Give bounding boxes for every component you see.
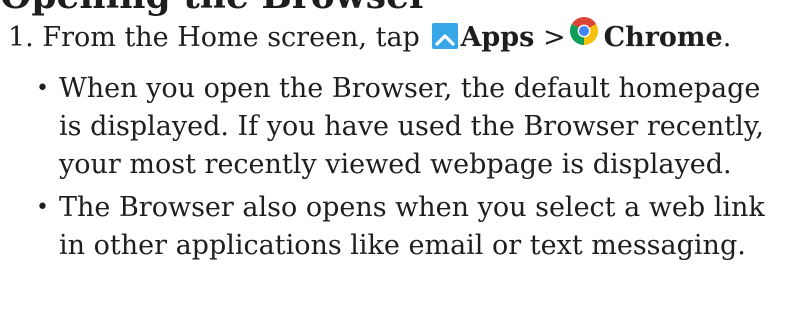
bullet-text: The Browser also opens when you select a… bbox=[59, 192, 765, 261]
apps-label: Apps bbox=[460, 22, 535, 53]
bullet-list: • When you open the Browser, the default… bbox=[36, 70, 786, 270]
step-suffix: . bbox=[722, 22, 732, 53]
bullet-text: When you open the Browser, the default h… bbox=[59, 73, 765, 180]
list-item: • When you open the Browser, the default… bbox=[36, 70, 786, 184]
bullet-dot: • bbox=[36, 76, 49, 101]
step-separator: > bbox=[542, 22, 566, 53]
chrome-label: Chrome bbox=[603, 22, 723, 53]
step-text: From the Home screen, tap bbox=[42, 22, 420, 53]
bullet-dot: • bbox=[36, 195, 49, 220]
section-heading: Opening the Browser bbox=[0, 0, 428, 16]
step-number: 1. bbox=[8, 22, 34, 53]
chrome-icon bbox=[568, 15, 600, 47]
list-item: • The Browser also opens when you select… bbox=[36, 189, 786, 265]
apps-icon bbox=[432, 22, 459, 49]
step-1: 1. From the Home screen, tap Apps > Chro… bbox=[8, 16, 731, 60]
